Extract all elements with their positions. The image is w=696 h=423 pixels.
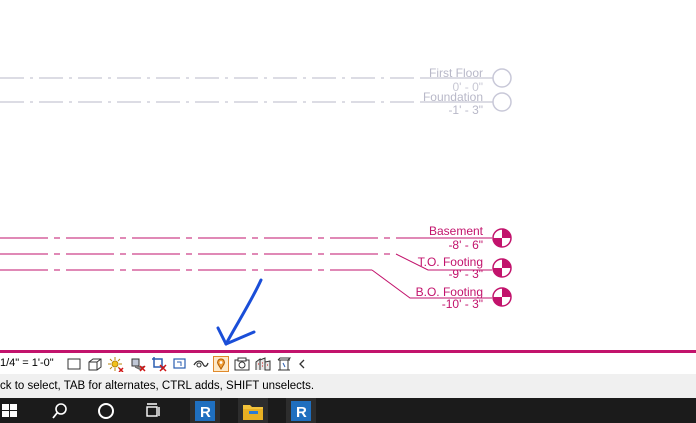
bo-footing-level-elevation[interactable]: -10' - 3": [442, 298, 483, 310]
annotation-arrow: [216, 278, 263, 346]
first-floor-level-name[interactable]: First Floor: [429, 67, 483, 79]
unlock-3d-view-icon[interactable]: [193, 356, 209, 372]
to-footing-level-elevation[interactable]: -9' - 3": [448, 268, 483, 280]
cortana-icon[interactable]: [94, 398, 118, 423]
windows-taskbar: R R: [0, 398, 696, 423]
temporary-view-properties-icon[interactable]: [255, 356, 271, 372]
file-explorer-icon[interactable]: [238, 398, 268, 423]
to-footing-level-head[interactable]: [492, 258, 512, 278]
expand-icon[interactable]: [296, 356, 308, 372]
task-view-icon[interactable]: [142, 398, 166, 423]
first-floor-level-head[interactable]: [492, 68, 512, 88]
bo-footing-level-head[interactable]: [492, 287, 512, 307]
level-lines: [0, 68, 512, 346]
drawing-canvas[interactable]: First Floor 0' - 0" Foundation -1' - 3" …: [0, 0, 696, 350]
status-bar: ck to select, TAB for alternates, CTRL a…: [0, 374, 696, 398]
sun-path-icon[interactable]: [108, 356, 124, 372]
foundation-level-name[interactable]: Foundation: [423, 91, 483, 103]
view-scale[interactable]: 1/4" = 1'-0": [0, 357, 54, 369]
basement-level-head[interactable]: [492, 228, 512, 248]
show-crop-region-icon[interactable]: [172, 356, 188, 372]
revit-app-icon-2[interactable]: R: [286, 398, 316, 423]
revit-app-icon[interactable]: R: [190, 398, 220, 423]
status-message: ck to select, TAB for alternates, CTRL a…: [0, 380, 315, 392]
windows-start-icon[interactable]: [0, 398, 20, 423]
shadows-icon[interactable]: [130, 356, 146, 372]
svg-text:R: R: [296, 404, 307, 421]
reveal-hidden-icon[interactable]: [234, 356, 250, 372]
svg-text:R: R: [200, 404, 211, 421]
visual-style-icon[interactable]: [87, 356, 103, 372]
detail-level-icon[interactable]: [66, 356, 82, 372]
search-icon[interactable]: [48, 398, 72, 423]
basement-level-elevation[interactable]: -8' - 6": [448, 239, 483, 251]
view-control-bar: 1/4" = 1'-0": [0, 350, 696, 374]
foundation-level-elevation[interactable]: -1' - 3": [448, 104, 483, 116]
temporary-hide-icon[interactable]: [213, 356, 229, 372]
basement-level-name[interactable]: Basement: [429, 225, 483, 237]
foundation-level-head[interactable]: [492, 92, 512, 112]
analytical-model-icon[interactable]: [276, 356, 292, 372]
crop-view-icon[interactable]: [151, 356, 167, 372]
